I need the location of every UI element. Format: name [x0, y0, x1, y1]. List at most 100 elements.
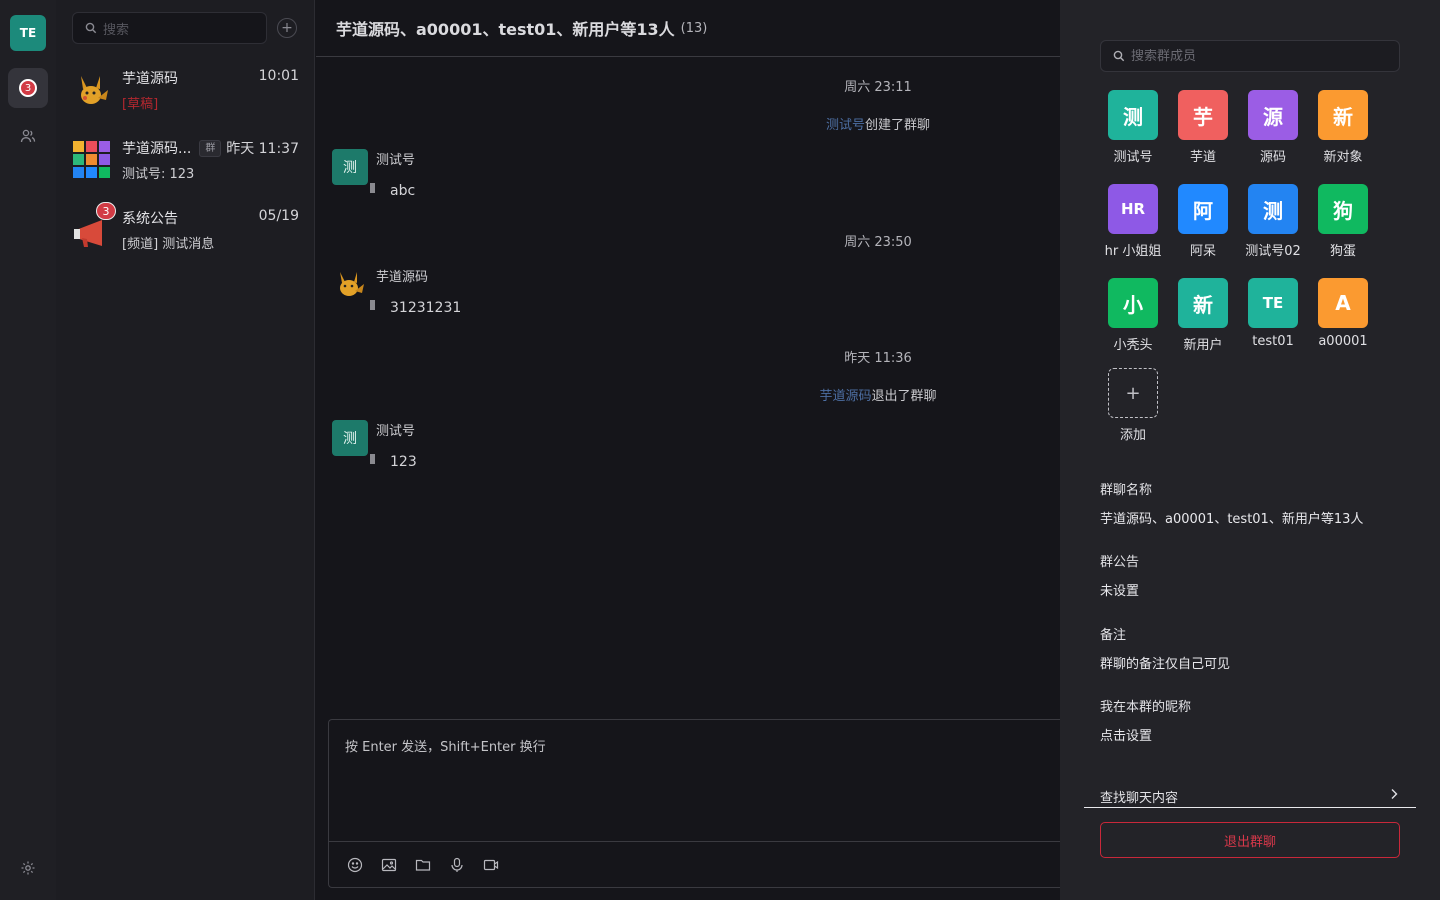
image-icon[interactable]: [381, 857, 397, 873]
my-nickname-label: 我在本群的昵称: [1100, 700, 1192, 715]
my-nickname-field[interactable]: 我在本群的昵称 点击设置: [1100, 696, 1410, 744]
member-item[interactable]: 小小秃头: [1098, 278, 1168, 368]
message-marker: [370, 183, 375, 193]
microphone-icon[interactable]: [449, 857, 465, 873]
group-notice-field[interactable]: 群公告 未设置: [1100, 551, 1410, 599]
system-message-action: 创建了群聊: [865, 118, 931, 133]
message-text: 123: [390, 454, 417, 470]
member-item[interactable]: 源源码: [1238, 90, 1308, 180]
member-item[interactable]: 测测试号02: [1238, 184, 1308, 274]
member-item[interactable]: 测测试号: [1098, 90, 1168, 180]
message-marker: [370, 300, 375, 310]
member-search-input[interactable]: [1131, 48, 1391, 64]
conversation-time: 昨天 11:37: [226, 141, 299, 157]
search-icon: [85, 22, 97, 34]
group-name-label: 群聊名称: [1100, 483, 1153, 498]
member-avatar: 新: [1178, 278, 1228, 328]
add-member-button[interactable]: + 添加: [1098, 368, 1168, 458]
member-avatar: 新: [1318, 90, 1368, 140]
conversation-preview: [频道] 测试消息: [122, 237, 215, 252]
conversation-item[interactable]: 芋道源码... 群 昨天 11:37 测试号: 123: [56, 132, 315, 202]
message-marker: [370, 454, 375, 464]
message-text: 31231231: [390, 300, 462, 316]
member-avatar: HR: [1108, 184, 1158, 234]
folder-icon[interactable]: [415, 857, 431, 873]
conversation-list: 搜索 + 芋道源码 10:01 [草稿] 芋道源码... 群 昨天 11:37 测…: [56, 0, 315, 900]
message-input[interactable]: [329, 720, 1069, 840]
sender-avatar[interactable]: 测: [332, 420, 368, 456]
remark-field[interactable]: 备注 群聊的备注仅自己可见: [1100, 624, 1410, 672]
member-item[interactable]: HR hr 小姐姐: [1098, 184, 1168, 274]
add-conversation-button[interactable]: +: [277, 18, 297, 38]
member-avatar: 测: [1248, 184, 1298, 234]
message-row: 测 测试号 123: [332, 420, 1032, 480]
group-tag: 群: [199, 140, 222, 157]
group-name-field[interactable]: 群聊名称 芋道源码、a00001、test01、新用户等13人: [1100, 479, 1410, 527]
member-avatar: TE: [1248, 278, 1298, 328]
group-info-panel: 测测试号芋芋道源源码新新对象HRhr 小姐姐阿阿呆测测试号02狗狗蛋小小秃头新新…: [1060, 0, 1440, 900]
member-name: 新对象: [1323, 150, 1363, 165]
conversation-time: 10:01: [258, 68, 299, 84]
sender-name: 测试号: [376, 153, 416, 168]
chat-title: 芋道源码、a00001、test01、新用户等13人: [336, 20, 675, 39]
member-item[interactable]: 狗狗蛋: [1308, 184, 1378, 274]
find-chat-content-row[interactable]: 查找聊天内容: [1084, 782, 1416, 808]
message-text: abc: [390, 183, 416, 199]
member-avatar: 狗: [1318, 184, 1368, 234]
add-member-label: 添加: [1119, 428, 1146, 443]
sender-name: 芋道源码: [376, 270, 429, 285]
settings-gear-icon[interactable]: [20, 860, 36, 876]
pikachu-avatar-icon[interactable]: [332, 266, 368, 302]
member-avatar: 测: [1108, 90, 1158, 140]
quit-group-button[interactable]: 退出群聊: [1100, 822, 1400, 858]
add-member-plus: +: [1108, 368, 1158, 418]
member-item[interactable]: 阿阿呆: [1168, 184, 1238, 274]
chat-area: 芋道源码、a00001、test01、新用户等13人 (13) 周六 23:11…: [316, 0, 1069, 900]
sender-avatar[interactable]: 测: [332, 149, 368, 185]
member-avatar: 源: [1248, 90, 1298, 140]
remark-value: 群聊的备注仅自己可见: [1100, 657, 1231, 672]
unread-badge: 3: [19, 79, 37, 97]
conversation-name-text: 芋道源码...: [122, 141, 192, 157]
conversation-name: 芋道源码... 群: [122, 138, 222, 158]
find-chat-content-label: 查找聊天内容: [1100, 791, 1179, 806]
system-message-user[interactable]: 芋道源码: [819, 389, 871, 404]
member-count: (13): [680, 20, 708, 36]
my-avatar[interactable]: TE: [10, 15, 46, 51]
remark-label: 备注: [1100, 628, 1127, 643]
member-avatar: 芋: [1178, 90, 1228, 140]
search-icon: [1113, 50, 1125, 62]
member-name: a00001: [1318, 334, 1368, 349]
member-item[interactable]: 新新用户: [1168, 278, 1238, 368]
unread-badge: 3: [96, 202, 116, 220]
conversation-search[interactable]: 搜索: [72, 12, 267, 44]
conversation-item[interactable]: 芋道源码 10:01 [草稿]: [56, 62, 315, 132]
member-item[interactable]: 芋芋道: [1168, 90, 1238, 180]
pikachu-avatar-icon: [81, 76, 108, 104]
sender-name: 测试号: [376, 424, 416, 439]
system-message-user[interactable]: 测试号: [826, 118, 865, 133]
system-message-action: 退出了群聊: [871, 389, 937, 404]
search-placeholder: 搜索: [103, 22, 130, 38]
my-nickname-value: 点击设置: [1100, 729, 1153, 744]
member-avatar: A: [1318, 278, 1368, 328]
member-name: 狗蛋: [1329, 244, 1356, 259]
contacts-icon[interactable]: [20, 128, 36, 144]
video-icon[interactable]: [483, 857, 499, 873]
group-notice-value: 未设置: [1100, 584, 1140, 599]
member-avatar: 阿: [1178, 184, 1228, 234]
chats-nav-button[interactable]: 3: [8, 68, 48, 108]
member-item[interactable]: 新新对象: [1308, 90, 1378, 180]
message-row: 芋道源码 31231231: [332, 266, 1032, 326]
message-row: 测 测试号 abc: [332, 149, 1032, 209]
member-item[interactable]: Aa00001: [1308, 278, 1378, 368]
member-avatar: 小: [1108, 278, 1158, 328]
composer-toolbar: [329, 841, 1069, 887]
group-grid-avatar-icon: [73, 141, 110, 178]
member-search: [1100, 40, 1400, 72]
conversation-item[interactable]: 3 系统公告 05/19 [频道] 测试消息: [56, 202, 315, 272]
conversation-preview: 测试号: 123: [122, 167, 195, 182]
member-item[interactable]: TE test01: [1238, 278, 1308, 368]
emoji-icon[interactable]: [347, 857, 363, 873]
message-composer: [328, 719, 1069, 888]
